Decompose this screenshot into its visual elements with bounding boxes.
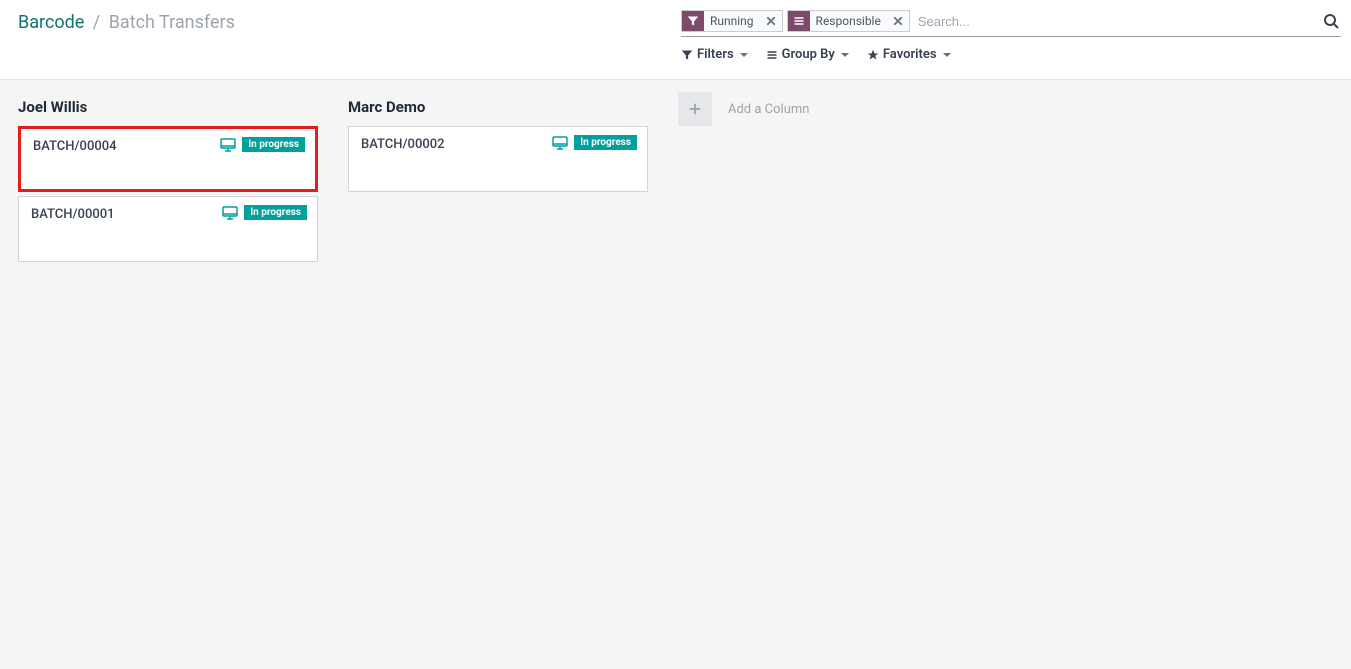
breadcrumb-root-link[interactable]: Barcode [18,12,84,33]
card-title: BATCH/00004 [33,139,117,154]
filters-dropdown[interactable]: Filters [681,47,748,62]
kanban-card[interactable]: BATCH/00001 In progress [18,196,318,262]
top-header: Barcode / Batch Transfers Running Respon… [0,0,1351,80]
kanban-card[interactable]: BATCH/00002 In progress [348,126,648,192]
column-title[interactable]: Joel Willis [18,92,318,126]
facet-label: Responsible [810,11,887,31]
status-badge: In progress [574,135,637,150]
plus-icon [688,102,702,116]
search-facet-filter: Running [681,10,783,32]
breadcrumb-current: Batch Transfers [109,12,235,33]
filters-label: Filters [697,47,734,62]
kanban-column: Marc Demo BATCH/00002 In progress [348,92,648,196]
facet-label: Running [704,11,760,31]
groupby-dropdown[interactable]: Group By [766,47,849,62]
desktop-icon [552,136,568,150]
chevron-down-icon [841,53,849,57]
funnel-icon [682,11,704,31]
search-icon[interactable] [1321,13,1341,29]
column-title[interactable]: Marc Demo [348,92,648,126]
breadcrumb: Barcode / Batch Transfers [0,0,253,45]
list-icon [766,49,778,61]
chevron-down-icon [740,53,748,57]
search-bar: Running Responsible [681,10,1341,37]
status-badge: In progress [244,205,307,220]
kanban-card[interactable]: BATCH/00004 In progress [18,126,318,192]
list-icon [788,11,810,31]
add-column-button[interactable] [678,92,712,126]
star-icon [867,49,879,61]
breadcrumb-separator: / [93,12,100,33]
funnel-icon [681,49,693,61]
card-title: BATCH/00001 [31,207,115,222]
search-facet-group: Responsible [787,10,910,32]
close-icon[interactable] [760,11,782,31]
kanban-view: Joel Willis BATCH/00004 In progress BATC… [0,80,1351,669]
status-badge: In progress [242,137,305,152]
search-input[interactable] [914,12,1317,31]
add-column-label[interactable]: Add a Column [728,102,809,117]
kanban-column: Joel Willis BATCH/00004 In progress BATC… [18,92,318,266]
desktop-icon [220,138,236,152]
favorites-label: Favorites [883,47,937,62]
control-panel-right: Running Responsible [681,0,1351,70]
favorites-dropdown[interactable]: Favorites [867,47,951,62]
card-title: BATCH/00002 [361,137,445,152]
groupby-label: Group By [782,47,835,62]
search-toolbar: Filters Group By Favorites [681,37,1341,70]
desktop-icon [222,206,238,220]
close-icon[interactable] [887,11,909,31]
chevron-down-icon [943,53,951,57]
add-column-area: Add a Column [678,92,809,126]
